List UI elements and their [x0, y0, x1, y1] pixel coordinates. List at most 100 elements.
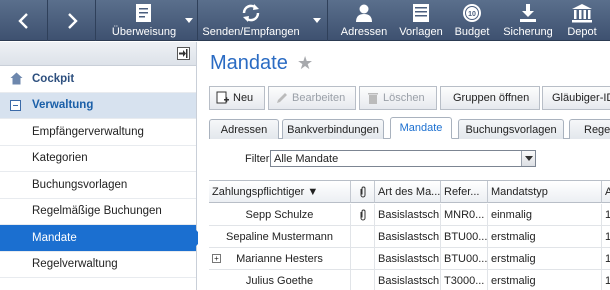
- column-header-attachment[interactable]: [351, 181, 375, 203]
- tab-buchungsvorlagen[interactable]: Buchungsvorlagen: [458, 119, 564, 139]
- caret-down-icon: [313, 17, 321, 23]
- budget-button[interactable]: 10 Budget: [451, 0, 493, 41]
- chevron-down-icon: [521, 151, 535, 166]
- column-header-referenz[interactable]: Refer...: [441, 181, 488, 203]
- sidebar-header: [0, 42, 196, 66]
- page-title: Mandate: [210, 52, 288, 74]
- transfer-button[interactable]: Überweisung: [108, 0, 180, 41]
- templates-button[interactable]: Vorlagen: [396, 0, 446, 41]
- sidebar-item-empfaengerverwaltung[interactable]: Empfängerverwaltung: [0, 119, 196, 146]
- chevron-right-icon: [67, 12, 78, 29]
- sidebar-item-buchungsvorlagen[interactable]: Buchungsvorlagen: [0, 172, 196, 199]
- back-button[interactable]: [0, 0, 48, 41]
- tab-label: Adressen: [220, 123, 268, 136]
- main-content: Mandate ★ Neu Bearbeiten Löschen Gruppen…: [198, 42, 610, 290]
- tab-bankverbindungen[interactable]: Bankverbindungen: [282, 119, 384, 139]
- cell-mandatstyp: erstmalig: [488, 226, 602, 247]
- sidebar-item-mandate[interactable]: Mandate: [0, 225, 204, 252]
- sidebar-item-label: Regelverwaltung: [32, 258, 118, 271]
- cell-art: Basislastsch...: [375, 248, 441, 269]
- table-row[interactable]: Sepp Schulze Basislastsch... MNR0... ein…: [209, 204, 610, 226]
- sidebar-item-label: Verwaltung: [32, 99, 94, 112]
- home-icon: [10, 72, 23, 85]
- cell-a: 1: [605, 230, 610, 243]
- template-icon: [410, 3, 432, 23]
- cell-a: 1: [605, 274, 610, 287]
- collapse-group-icon[interactable]: [10, 99, 21, 111]
- tab-label: Mandate: [399, 122, 443, 134]
- column-header-mandatstyp[interactable]: Mandatstyp: [488, 181, 602, 203]
- column-header-zahlungspflichtiger[interactable]: Zahlungspflichtiger ▼: [209, 181, 351, 203]
- cell-mandatstyp: einmalig: [488, 204, 602, 225]
- mandate-table: Zahlungspflichtiger ▼ Art des Ma... Refe…: [209, 180, 610, 290]
- column-header-a[interactable]: A: [602, 181, 610, 203]
- paperclip-icon: [360, 186, 365, 197]
- header-label: Refer...: [444, 185, 480, 198]
- transfer-dropdown[interactable]: [184, 15, 194, 25]
- new-label: Neu: [233, 92, 254, 104]
- edit-button[interactable]: Bearbeiten: [268, 86, 356, 110]
- delete-label: Löschen: [383, 92, 425, 104]
- column-header-art[interactable]: Art des Ma...: [375, 181, 441, 203]
- sidebar: Cockpit Verwaltung Empfängerverwaltung K…: [0, 42, 204, 290]
- cell-art: Basislastsch...: [375, 226, 441, 247]
- bank-icon: [571, 3, 593, 23]
- open-groups-label: Gruppen öffnen: [453, 92, 530, 104]
- coin-icon: 10: [461, 3, 483, 23]
- forward-button[interactable]: [48, 0, 96, 41]
- filter-value: Alle Mandate: [274, 152, 339, 165]
- filter-select[interactable]: Alle Mandate: [270, 150, 536, 167]
- action-bar: Neu Bearbeiten Löschen Gruppen öffnen Gl…: [209, 86, 610, 110]
- sidebar-item-label: Kategorien: [32, 152, 88, 165]
- cell-name: Marianne Hesters: [209, 248, 351, 269]
- depot-button[interactable]: Depot: [560, 0, 604, 41]
- header-label: Zahlungspflichtiger ▼: [212, 185, 319, 198]
- table-row[interactable]: Julius Goethe Basislastsch... T3000... e…: [209, 270, 610, 290]
- sidebar-item-cockpit[interactable]: Cockpit: [0, 66, 196, 93]
- templates-label: Vorlagen: [399, 26, 443, 38]
- edit-label: Bearbeiten: [292, 92, 346, 104]
- send-receive-button[interactable]: Senden/Empfangen: [202, 0, 300, 41]
- tab-regel[interactable]: Rege: [569, 119, 610, 139]
- collapse-sidebar-button[interactable]: [177, 47, 190, 60]
- caret-down-icon: [185, 17, 193, 23]
- tab-label: Buchungsvorlagen: [465, 123, 557, 136]
- main-toolbar: Überweisung Senden/Empfangen Adressen Vo…: [0, 0, 610, 41]
- cell-art: Basislastsch...: [375, 270, 441, 290]
- budget-label: Budget: [454, 26, 490, 38]
- tab-adressen[interactable]: Adressen: [209, 119, 279, 139]
- table-row[interactable]: Sepaline Mustermann Basislastsch... BTU0…: [209, 226, 610, 248]
- favorite-star-icon[interactable]: ★: [297, 53, 313, 74]
- tab-label: Bankverbindungen: [287, 123, 379, 136]
- new-button[interactable]: Neu: [209, 86, 265, 110]
- sidebar-item-kategorien[interactable]: Kategorien: [0, 146, 196, 172]
- cell-attachment: [351, 204, 375, 225]
- cell-referenz: MNR0...: [441, 204, 488, 225]
- paperclip-icon: [360, 209, 365, 220]
- creditor-id-button[interactable]: Gläubiger-ID: [542, 86, 610, 110]
- sidebar-item-regelverwaltung[interactable]: Regelverwaltung: [0, 252, 196, 278]
- cell-attachment: [351, 226, 375, 247]
- delete-button[interactable]: Löschen: [359, 86, 437, 110]
- sidebar-item-label: Cockpit: [32, 72, 75, 85]
- cell-mandatstyp: erstmalig: [488, 270, 602, 290]
- backup-button[interactable]: Sicherung: [501, 0, 555, 41]
- open-groups-button[interactable]: Gruppen öffnen: [440, 86, 540, 110]
- tab-mandate[interactable]: Mandate: [390, 117, 452, 139]
- send-receive-dropdown[interactable]: [312, 15, 322, 25]
- sidebar-item-verwaltung[interactable]: Verwaltung: [0, 92, 196, 119]
- cell-attachment: [351, 248, 375, 269]
- sidebar-item-label: Buchungsvorlagen: [32, 178, 128, 191]
- sidebar-item-label: Empfängerverwaltung: [32, 125, 144, 138]
- sidebar-item-regelmaessige-buchungen[interactable]: Regelmäßige Buchungen: [0, 199, 196, 225]
- transfer-form-icon: [133, 3, 155, 23]
- addresses-button[interactable]: Adressen: [337, 0, 391, 41]
- cell-a: 1: [605, 208, 610, 221]
- cell-name: Sepaline Mustermann: [209, 226, 351, 247]
- svg-text:10: 10: [468, 11, 476, 18]
- filter-label: Filter: [245, 153, 270, 165]
- tab-bar: Adressen Bankverbindungen Mandate Buchun…: [209, 117, 610, 139]
- send-receive-label: Senden/Empfangen: [202, 26, 300, 38]
- table-row[interactable]: + Marianne Hesters Basislastsch... BTU00…: [209, 248, 610, 270]
- backup-label: Sicherung: [503, 26, 553, 38]
